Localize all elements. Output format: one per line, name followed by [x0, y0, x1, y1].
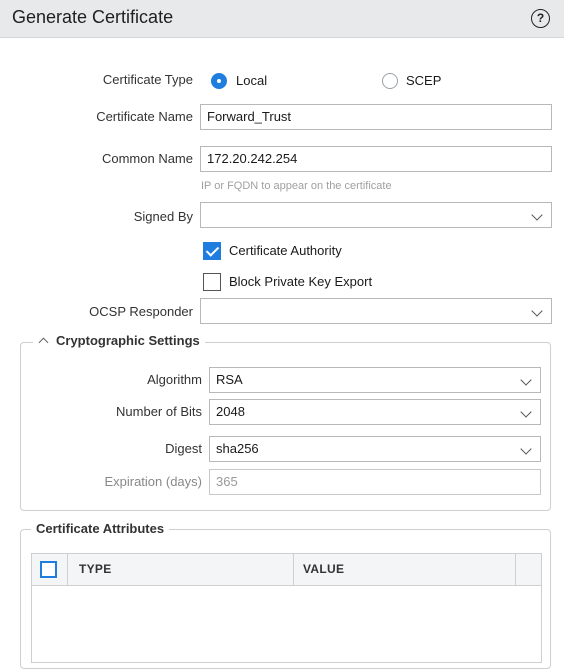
- column-divider: [67, 554, 68, 585]
- certificate-attributes-legend: Certificate Attributes: [31, 521, 170, 536]
- cryptographic-settings-legend[interactable]: Cryptographic Settings: [33, 333, 205, 348]
- number-of-bits-value: 2048: [216, 404, 245, 419]
- chevron-down-icon: [531, 209, 543, 221]
- certificate-name-label: Certificate Name: [96, 109, 193, 124]
- algorithm-value: RSA: [216, 372, 243, 387]
- table-header: TYPE VALUE: [32, 554, 541, 586]
- common-name-hint: IP or FQDN to appear on the certificate: [201, 180, 392, 192]
- dialog-title-bar: Generate Certificate ?: [0, 0, 564, 38]
- dialog-title: Generate Certificate: [12, 7, 174, 27]
- chevron-down-icon: [531, 305, 543, 317]
- collapse-chevron-icon[interactable]: [38, 337, 49, 348]
- digest-select[interactable]: sha256: [209, 436, 541, 462]
- number-of-bits-select[interactable]: 2048: [209, 399, 541, 425]
- certificate-type-local-label[interactable]: Local: [236, 73, 267, 88]
- column-divider: [515, 554, 516, 585]
- common-name-label: Common Name: [101, 151, 193, 166]
- certificate-type-label: Certificate Type: [102, 72, 193, 87]
- certificate-type-scep-radio[interactable]: [382, 73, 398, 89]
- number-of-bits-label: Number of Bits: [116, 404, 202, 419]
- block-private-key-export-checkbox[interactable]: [203, 273, 221, 291]
- algorithm-label: Algorithm: [147, 372, 202, 387]
- column-divider: [293, 554, 294, 585]
- certificate-type-scep-label[interactable]: SCEP: [406, 73, 441, 88]
- chevron-down-icon: [520, 443, 532, 455]
- cryptographic-settings-title: Cryptographic Settings: [56, 333, 200, 348]
- select-all-checkbox[interactable]: [40, 561, 57, 578]
- digest-label: Digest: [165, 441, 202, 456]
- digest-value: sha256: [216, 441, 259, 456]
- certificate-type-local-radio[interactable]: [211, 73, 227, 89]
- certificate-authority-label[interactable]: Certificate Authority: [229, 243, 342, 258]
- certificate-authority-checkbox[interactable]: [203, 242, 221, 260]
- certificate-attributes-table: TYPE VALUE: [31, 553, 542, 663]
- column-header-type[interactable]: TYPE: [79, 554, 112, 585]
- block-private-key-export-label[interactable]: Block Private Key Export: [229, 274, 372, 289]
- common-name-input[interactable]: 172.20.242.254: [200, 146, 552, 172]
- ocsp-responder-select[interactable]: [200, 298, 552, 324]
- chevron-down-icon: [520, 374, 532, 386]
- expiration-input[interactable]: 365: [209, 469, 541, 495]
- expiration-label: Expiration (days): [104, 474, 202, 489]
- algorithm-select[interactable]: RSA: [209, 367, 541, 393]
- certificate-name-input[interactable]: Forward_Trust: [200, 104, 552, 130]
- signed-by-label: Signed By: [133, 209, 193, 224]
- ocsp-responder-label: OCSP Responder: [89, 304, 193, 319]
- column-header-value[interactable]: VALUE: [303, 554, 344, 585]
- chevron-down-icon: [520, 406, 532, 418]
- help-icon[interactable]: ?: [531, 9, 550, 28]
- signed-by-select[interactable]: [200, 202, 552, 228]
